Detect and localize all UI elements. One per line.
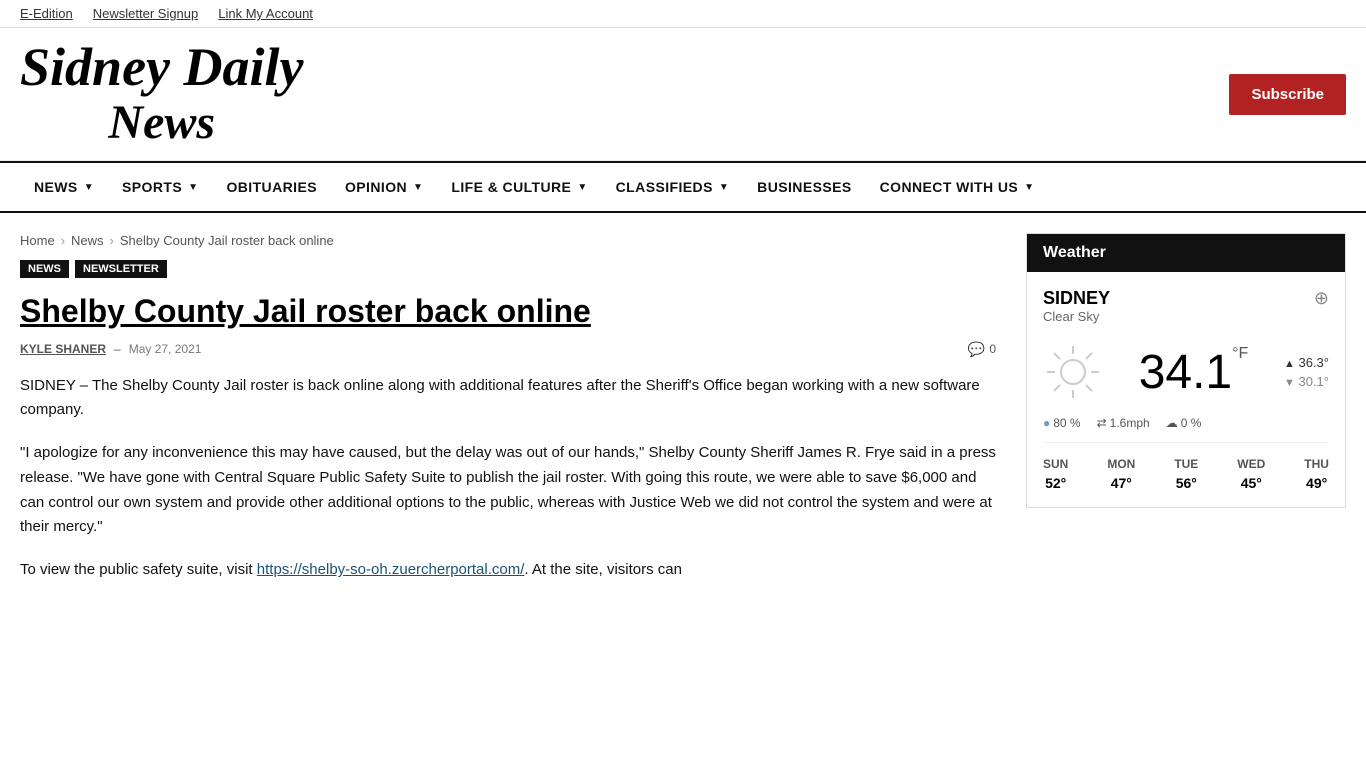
article-paragraph-3: To view the public safety suite, visit h… [20,558,996,583]
weather-forecast: SUN 52° MON 47° TUE 56° WED 45° [1043,457,1329,491]
weather-city-row: SIDNEY Clear Sky ⊕ [1043,288,1329,338]
comment-icon: 💬 [968,341,985,358]
logo-line2: News [20,97,303,150]
forecast-day-2: TUE 56° [1174,457,1198,491]
newsletter-signup-link[interactable]: Newsletter Signup [93,6,199,21]
forecast-day-4: THU 49° [1304,457,1329,491]
weather-description: Clear Sky [1043,309,1110,324]
drop-icon: ● [1043,416,1050,430]
article-title: Shelby County Jail roster back online [20,292,996,330]
logo-line1: Sidney Daily [20,38,303,97]
breadcrumb: Home › News › Shelby County Jail roster … [20,233,996,248]
article-paragraph-1: SIDNEY – The Shelby County Jail roster i… [20,374,996,424]
weather-widget: Weather SIDNEY Clear Sky ⊕ [1026,233,1346,508]
article-body: SIDNEY – The Shelby County Jail roster i… [20,374,996,583]
nav-item-connect[interactable]: CONNECT WITH US ▼ [866,163,1049,211]
weather-stats: ● 80 % ⇄ 1.6mph ☁ 0 % [1043,416,1329,443]
chevron-down-icon: ▼ [577,182,587,193]
chevron-down-icon: ▼ [719,182,729,193]
weather-precipitation: ☁ 0 % [1166,416,1202,430]
chevron-down-icon: ▼ [413,182,423,193]
article-tags: News Newsletter [20,260,996,278]
subscribe-button[interactable]: Subscribe [1229,74,1346,115]
forecast-day-1: MON 47° [1107,457,1135,491]
weather-high: ▲ 36.3° [1284,355,1329,370]
weather-unit: °F [1232,345,1248,363]
weather-sun-icon [1043,342,1103,402]
article-date: May 27, 2021 [129,342,202,356]
header: Sidney Daily News Subscribe [0,28,1366,161]
weather-wind: ⇄ 1.6mph [1097,416,1150,430]
article-author[interactable]: KYLE SHANER [20,342,106,356]
weather-header: Weather [1027,234,1345,272]
link-my-account-link[interactable]: Link My Account [218,6,313,21]
tag-news[interactable]: News [20,260,69,278]
forecast-day-3: WED 45° [1237,457,1265,491]
nav-item-opinion[interactable]: OPINION ▼ [331,163,437,211]
chevron-down-icon: ▼ [188,182,198,193]
main-nav: NEWS ▼ SPORTS ▼ OBITUARIES OPINION ▼ LIF… [0,161,1366,213]
article-link[interactable]: https://shelby-so-oh.zuercherportal.com/ [257,561,525,578]
site-logo[interactable]: Sidney Daily News [20,38,303,150]
nav-item-classifieds[interactable]: CLASSIFIEDS ▼ [602,163,744,211]
breadcrumb-current: Shelby County Jail roster back online [120,233,334,248]
weather-city: SIDNEY [1043,288,1110,309]
weather-hi-lo: ▲ 36.3° ▼ 30.1° [1284,355,1329,389]
sidebar: Weather SIDNEY Clear Sky ⊕ [1026,233,1346,601]
breadcrumb-home[interactable]: Home [20,233,55,248]
byline: KYLE SHANER – May 27, 2021 💬 0 [20,341,996,358]
weather-main: 34.1 °F ▲ 36.3° ▼ 30.1° [1043,342,1329,402]
nav-item-news[interactable]: NEWS ▼ [20,163,108,211]
weather-temperature: 34.1 [1139,345,1232,400]
nav-item-sports[interactable]: SPORTS ▼ [108,163,212,211]
breadcrumb-news[interactable]: News [71,233,104,248]
tag-newsletter[interactable]: Newsletter [75,260,167,278]
location-icon: ⊕ [1314,288,1329,309]
main-layout: Home › News › Shelby County Jail roster … [0,213,1366,621]
e-edition-link[interactable]: E-Edition [20,6,73,21]
weather-humidity: ● 80 % [1043,416,1081,430]
chevron-down-icon: ▼ [84,182,94,193]
nav-item-obituaries[interactable]: OBITUARIES [212,163,331,211]
top-bar: E-Edition Newsletter Signup Link My Acco… [0,0,1366,28]
comment-number: 0 [989,342,996,356]
weather-body: SIDNEY Clear Sky ⊕ [1027,272,1345,507]
article-area: Home › News › Shelby County Jail roster … [20,233,996,601]
comments-count[interactable]: 💬 0 [968,341,996,358]
cloud-icon: ☁ [1166,416,1178,430]
forecast-day-0: SUN 52° [1043,457,1068,491]
chevron-down-icon: ▼ [1024,182,1034,193]
article-paragraph-2: "I apologize for any inconvenience this … [20,441,996,540]
nav-item-businesses[interactable]: BUSINESSES [743,163,865,211]
wind-icon: ⇄ [1097,416,1107,430]
weather-low: ▼ 30.1° [1284,374,1329,389]
nav-item-life-culture[interactable]: LIFE & CULTURE ▼ [437,163,601,211]
